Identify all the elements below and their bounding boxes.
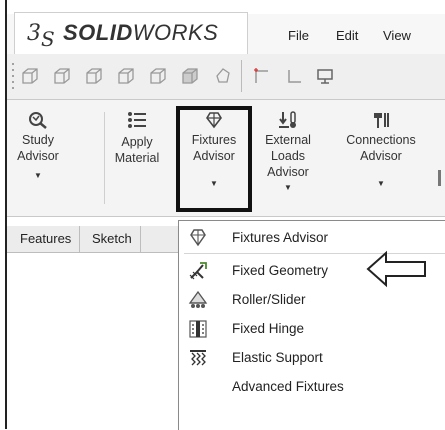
dropdown-item-fixed-hinge[interactable]: Fixed Hinge (184, 315, 445, 344)
ds-logo-icon: 3 S (27, 21, 55, 50)
view-cube-icon[interactable] (148, 66, 168, 86)
brand-light: WORKS (132, 20, 219, 45)
fixtures-highlight-box (176, 106, 252, 212)
dropdown-item-roller-slider[interactable]: Roller/Slider (184, 286, 445, 315)
external-loads-line2: Loads (270, 149, 306, 163)
menu-file[interactable]: File (288, 28, 309, 43)
view-cube-icon[interactable] (180, 66, 200, 86)
connections-advisor-button[interactable]: Connections Advisor ▼ (331, 110, 431, 192)
external-loads-button[interactable]: External Loads Advisor ▼ (256, 110, 320, 196)
toolbar-separator (241, 60, 242, 92)
chevron-down-icon[interactable]: ▼ (256, 180, 320, 196)
fixtures-icon (190, 229, 206, 247)
ribbon-overflow-edge (438, 170, 441, 186)
apply-material-line2: Material (114, 151, 160, 165)
dropdown-item-elastic-support[interactable]: Elastic Support (184, 344, 445, 373)
chevron-down-icon[interactable]: ▼ (331, 176, 431, 192)
dropdown-item-label: Fixed Geometry (232, 263, 329, 278)
material-list-icon (128, 112, 146, 128)
roller-slider-icon (188, 290, 208, 308)
fixed-hinge-icon (189, 320, 207, 338)
ribbon-separator (104, 112, 105, 204)
study-advisor-line2: Advisor (17, 149, 59, 163)
toolbar-grip-icon[interactable] (10, 60, 16, 92)
app-brand: SOLIDWORKS (63, 20, 218, 46)
dropdown-item-label: Fixed Hinge (232, 321, 305, 336)
apply-material-line1: Apply (121, 135, 153, 149)
dropdown-item-label: Roller/Slider (232, 292, 306, 307)
fixed-geometry-icon (189, 262, 207, 280)
chevron-down-icon[interactable]: ▼ (12, 168, 64, 184)
dropdown-item-label: Fixtures Advisor (232, 230, 329, 245)
shape-icon[interactable] (213, 66, 233, 86)
study-advisor-icon (29, 112, 47, 129)
view-cube-icon[interactable] (84, 66, 104, 86)
external-loads-icon (279, 111, 296, 128)
tab-sketch[interactable]: Sketch (84, 226, 141, 252)
window-left-border (0, 0, 7, 429)
connections-line1: Connections (346, 133, 416, 147)
rectangle-icon[interactable] (285, 66, 305, 86)
external-loads-line1: External (265, 133, 311, 147)
svg-text:S: S (41, 27, 55, 50)
tab-features[interactable]: Features (12, 226, 81, 252)
svg-text:3: 3 (27, 21, 41, 46)
connections-line2: Advisor (360, 149, 402, 163)
sketch-icon[interactable] (252, 66, 272, 86)
dropdown-item-advanced-fixtures[interactable]: Advanced Fixtures (184, 373, 445, 402)
monitor-icon[interactable] (315, 66, 335, 86)
study-advisor-line1: Study (22, 133, 54, 147)
annotation-arrow-icon (366, 250, 426, 288)
menu-edit[interactable]: Edit (336, 28, 358, 43)
study-advisor-button[interactable]: Study Advisor ▼ (12, 110, 64, 184)
view-cube-icon[interactable] (20, 66, 40, 86)
view-cube-icon[interactable] (52, 66, 72, 86)
elastic-support-icon (190, 350, 206, 366)
view-cube-icon[interactable] (116, 66, 136, 86)
brand-bold: SOLID (63, 20, 133, 45)
dropdown-item-label: Advanced Fixtures (232, 379, 344, 394)
menu-view[interactable]: View (383, 28, 411, 43)
apply-material-button[interactable]: Apply Material (110, 110, 164, 166)
connections-icon (374, 113, 389, 128)
external-loads-line3: Advisor (267, 165, 309, 179)
dropdown-item-label: Elastic Support (232, 350, 323, 365)
